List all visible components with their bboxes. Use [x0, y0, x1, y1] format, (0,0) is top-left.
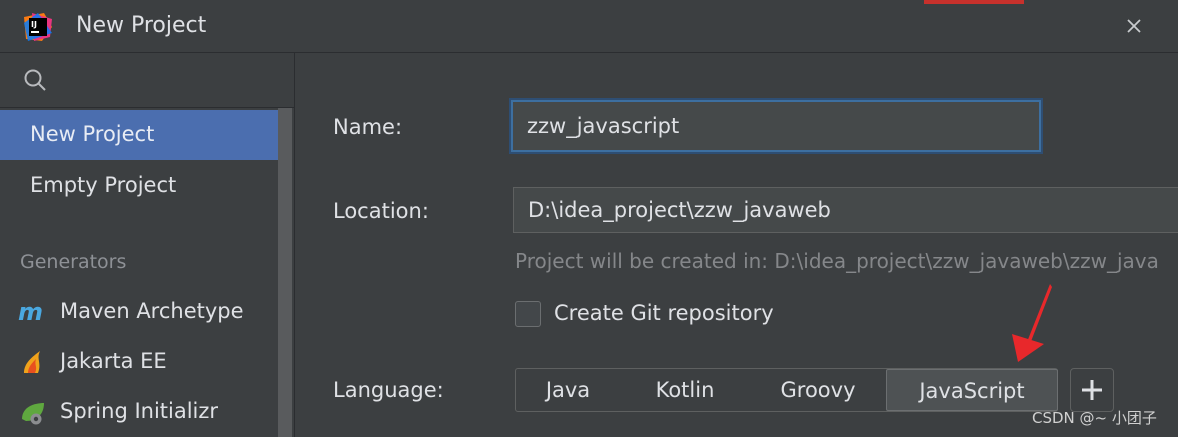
svg-text:m: m: [18, 299, 43, 325]
annotation-arrow-icon: [1012, 284, 1052, 362]
sidebar-item-label: New Project: [30, 122, 155, 146]
language-option-kotlin[interactable]: Kotlin: [620, 369, 750, 411]
language-option-javascript[interactable]: JavaScript: [886, 369, 1058, 411]
title-bar: IJ New Project: [0, 0, 1178, 53]
jakarta-ee-icon: [24, 351, 40, 373]
sidebar-item-label: Empty Project: [30, 173, 177, 197]
title-accent-bar: [924, 0, 1024, 4]
language-label: Language:: [333, 378, 444, 402]
sidebar-item-new-project[interactable]: New Project: [0, 110, 278, 160]
project-name-input[interactable]: [511, 100, 1041, 152]
sidebar-item-spring-initializr[interactable]: Spring Initializr: [0, 387, 278, 437]
intellij-logo-icon: IJ: [24, 13, 52, 41]
generators-section-label: Generators: [20, 251, 127, 273]
sidebar-item-label: Spring Initializr: [60, 399, 219, 423]
language-option-groovy[interactable]: Groovy: [750, 369, 886, 411]
close-icon[interactable]: [1122, 14, 1146, 38]
sidebar-search[interactable]: [0, 53, 294, 108]
sidebar-item-label: Maven Archetype: [60, 299, 244, 323]
name-label: Name:: [333, 115, 403, 139]
create-git-label[interactable]: Create Git repository: [554, 301, 774, 325]
watermark: CSDN @~ 小团子: [1032, 409, 1157, 427]
sidebar-item-empty-project[interactable]: Empty Project: [0, 161, 278, 211]
maven-icon: m: [18, 299, 43, 325]
sidebar-item-label: Jakarta EE: [60, 349, 167, 373]
project-settings-panel: Name: Location: Project will be created …: [295, 53, 1178, 437]
sidebar-item-jakarta-ee[interactable]: Jakarta EE: [0, 337, 278, 387]
spring-icon: [22, 403, 44, 425]
sidebar: New Project Empty Project Generators m M…: [0, 53, 295, 437]
language-selector: Java Kotlin Groovy JavaScript: [515, 368, 1058, 412]
sidebar-item-maven-archetype[interactable]: m Maven Archetype: [0, 287, 278, 337]
search-icon[interactable]: [22, 67, 48, 93]
svg-text:IJ: IJ: [31, 20, 37, 29]
add-language-button[interactable]: [1070, 368, 1114, 412]
create-git-checkbox[interactable]: [515, 301, 541, 327]
location-hint: Project will be created in: D:\idea_proj…: [515, 249, 1159, 273]
plus-icon: [1082, 380, 1102, 400]
sidebar-scrollbar[interactable]: [278, 108, 292, 437]
location-input[interactable]: [513, 187, 1178, 233]
window-title: New Project: [76, 13, 207, 38]
location-label: Location:: [333, 199, 429, 223]
language-option-java[interactable]: Java: [516, 369, 620, 411]
